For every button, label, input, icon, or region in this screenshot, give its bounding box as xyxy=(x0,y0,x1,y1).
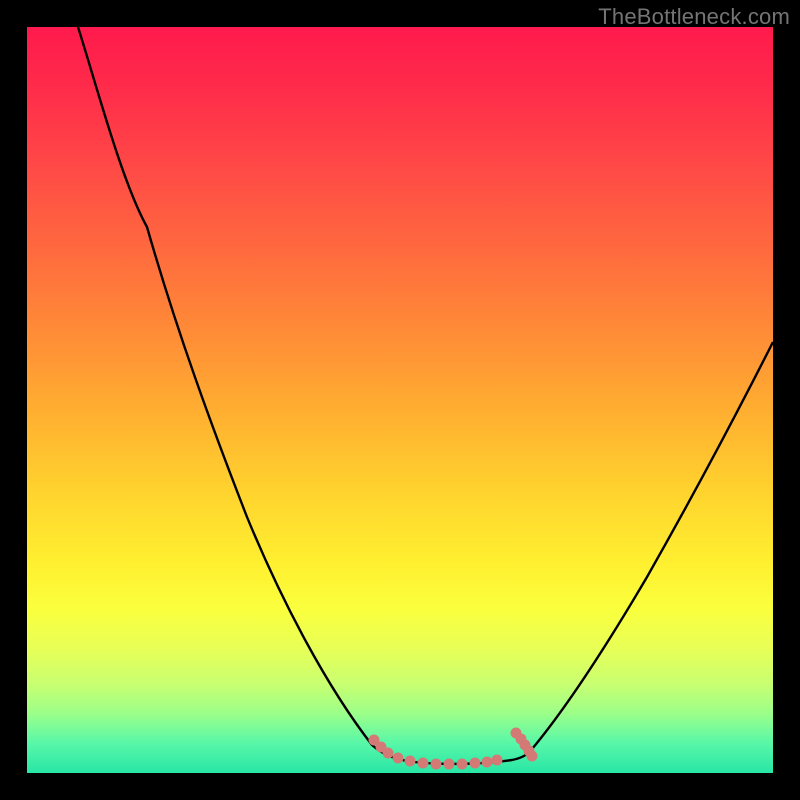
bottleneck-curve xyxy=(27,27,773,773)
outer-frame: TheBottleneck.com xyxy=(0,0,800,800)
curve-path xyxy=(78,27,773,764)
valley-dots xyxy=(369,728,537,769)
gradient-plot-area xyxy=(27,27,773,773)
